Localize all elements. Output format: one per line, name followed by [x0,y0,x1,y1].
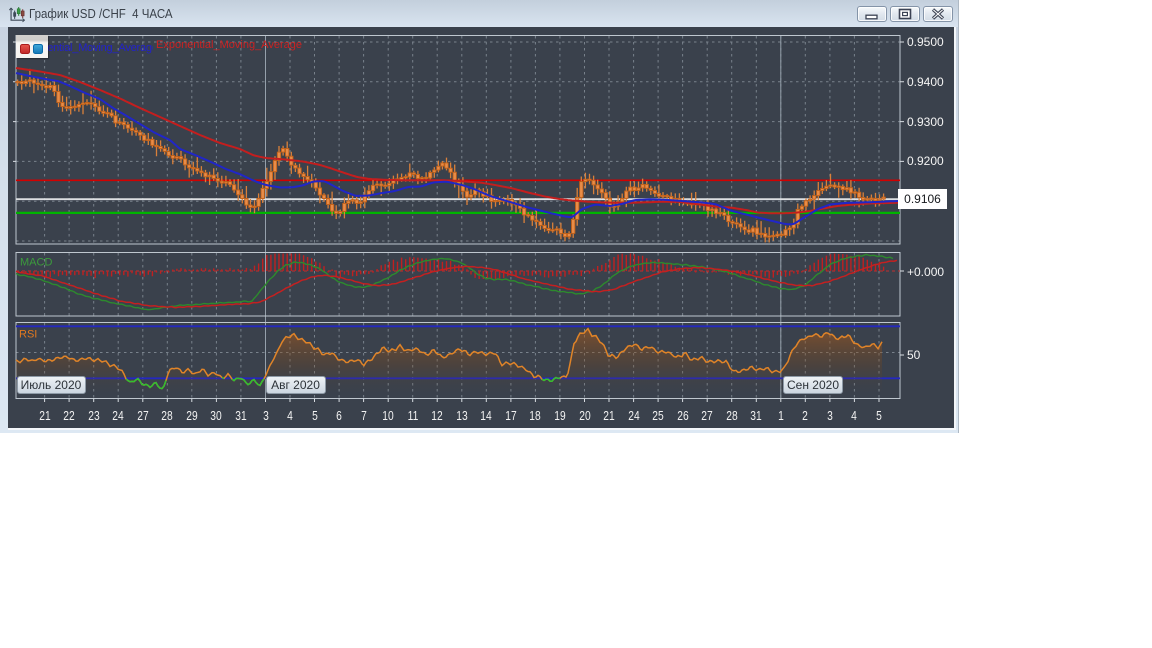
svg-text:MACD: MACD [20,257,52,269]
svg-text:RSI: RSI [19,329,37,341]
